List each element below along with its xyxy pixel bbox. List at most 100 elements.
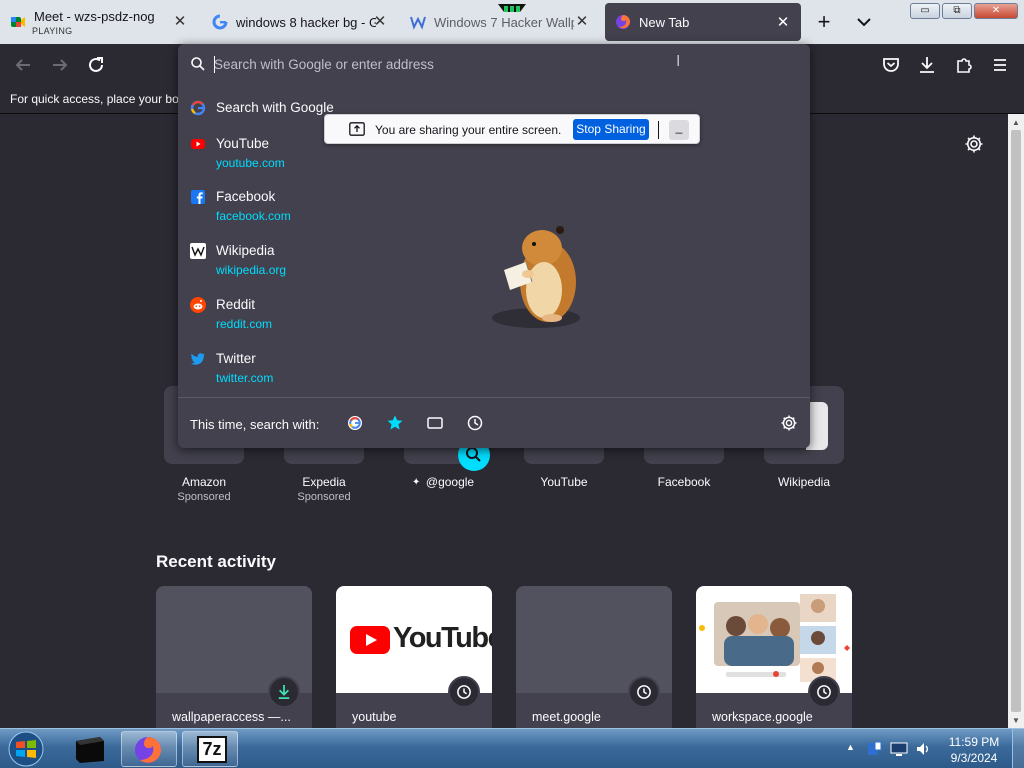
shortcut-label: YouTube	[540, 475, 588, 489]
result-facebook[interactable]: Facebook facebook.com	[190, 189, 490, 229]
close-tab-icon[interactable]: ✕	[574, 14, 590, 30]
monitor-icon[interactable]	[890, 740, 908, 758]
result-wikipedia[interactable]: Wikipedia wikipedia.org	[190, 243, 490, 283]
volume-speaker-icon[interactable]	[914, 740, 932, 758]
one-off-search-label: This time, search with:	[190, 417, 320, 432]
result-url: reddit.com	[216, 317, 273, 331]
extensions-puzzle-icon[interactable]	[953, 54, 975, 76]
screen-share-indicator-icon	[498, 4, 526, 12]
firefox-icon	[616, 15, 630, 29]
terminal-window-icon[interactable]	[70, 731, 110, 767]
recent-activity-heading: Recent activity	[156, 552, 276, 571]
result-twitter[interactable]: Twitter twitter.com	[190, 351, 490, 391]
address-input[interactable]: Search with Google or enter address	[214, 57, 654, 72]
settings-gear-icon[interactable]	[964, 134, 984, 154]
result-title: YouTube	[216, 136, 270, 151]
sponsored-label: Sponsored	[177, 491, 231, 503]
youtube-icon	[191, 139, 205, 149]
result-url: youtube.com	[216, 156, 285, 170]
result-url: wikipedia.org	[216, 263, 287, 277]
close-tab-icon[interactable]: ✕	[775, 15, 791, 31]
card-title: wallpaperaccess —...	[172, 710, 291, 724]
tab-playing-label: PLAYING	[32, 26, 73, 36]
result-title: Facebook	[216, 189, 276, 204]
history-clock-icon[interactable]	[466, 414, 484, 432]
tab-title: windows 8 hacker bg - Goo	[236, 14, 376, 30]
start-orb-icon[interactable]	[4, 731, 48, 767]
close-tab-icon[interactable]: ✕	[372, 14, 388, 30]
firefox-icon	[135, 737, 161, 763]
google-icon[interactable]	[346, 414, 364, 432]
windows-taskbar: 7z ▲ 11:59 PM 9/3/2024	[0, 728, 1024, 768]
search-icon	[191, 57, 205, 71]
show-hidden-icons-arrow-icon[interactable]: ▲	[846, 742, 855, 752]
back-arrow-icon[interactable]	[12, 54, 34, 76]
result-reddit[interactable]: Reddit reddit.com	[190, 297, 490, 337]
result-url: twitter.com	[216, 371, 274, 385]
scrollbar-thumb[interactable]	[1011, 130, 1021, 712]
facebook-icon	[191, 190, 205, 204]
card-title: workspace.google	[712, 710, 813, 724]
scroll-up-arrow-icon[interactable]: ▲	[1012, 118, 1020, 127]
taskbar-clock-time[interactable]: 11:59 PM	[944, 735, 1004, 749]
card-title: youtube	[352, 710, 397, 724]
hamburger-menu-icon[interactable]	[989, 54, 1011, 76]
forward-arrow-icon[interactable]	[49, 54, 71, 76]
search-settings-gear-icon[interactable]	[780, 414, 798, 432]
result-title: Twitter	[216, 351, 256, 366]
screen-share-icon	[349, 122, 365, 136]
new-tab-button[interactable]: +	[812, 10, 836, 34]
pocket-icon[interactable]	[880, 54, 902, 76]
clock-icon	[628, 676, 660, 708]
google-icon	[212, 14, 228, 30]
taskbar-clock-date[interactable]: 9/3/2024	[944, 751, 1004, 765]
restore-window-button[interactable]: ⧉	[942, 3, 972, 19]
minimize-window-button[interactable]: ▭	[910, 3, 940, 19]
network-shield-icon[interactable]	[866, 740, 884, 758]
sharing-message: You are sharing your entire screen.	[375, 123, 562, 137]
list-all-tabs-chevron-icon[interactable]	[852, 10, 876, 34]
tab-title: New Tab	[639, 14, 690, 30]
divider	[658, 121, 659, 139]
recent-card-meet[interactable]: meet.google	[516, 586, 672, 728]
one-off-search-bar: This time, search with:	[178, 397, 810, 447]
taskbar-7zip-button[interactable]: 7z	[182, 731, 238, 767]
close-tab-icon[interactable]: ✕	[172, 14, 188, 30]
result-title: Reddit	[216, 297, 256, 312]
tab-title: Meet - wzs-psdz-nog	[34, 8, 155, 24]
stop-sharing-button[interactable]: Stop Sharing	[573, 119, 649, 140]
reddit-icon	[190, 297, 206, 313]
shortcut-label: Facebook	[657, 475, 711, 489]
recent-card-workspace[interactable]: workspace.google	[696, 586, 852, 728]
tab-strip: Meet - wzs-psdz-nog PLAYING ✕ windows 8 …	[0, 0, 1024, 44]
recent-card-youtube[interactable]: YouTube youtube	[336, 586, 492, 728]
downloads-icon[interactable]	[916, 54, 938, 76]
shortcut-label: Expedia	[302, 475, 346, 489]
download-icon	[268, 676, 300, 708]
recent-card-wallpaperaccess[interactable]: wallpaperaccess —...	[156, 586, 312, 728]
shortcut-label: Amazon	[181, 475, 227, 489]
wikipedia-icon	[190, 243, 206, 259]
hamster-reading-sticker-image	[492, 226, 580, 328]
close-window-button[interactable]: ✕	[974, 3, 1018, 19]
taskbar-firefox-button[interactable]	[121, 731, 177, 767]
suggestion-title: Search with Google	[216, 100, 334, 115]
scroll-down-arrow-icon[interactable]: ▼	[1012, 716, 1020, 725]
mouse-cursor-ibeam-icon: I	[676, 53, 681, 70]
minimize-sharing-bar-button[interactable]: _	[669, 120, 689, 140]
tab-hacker-bg[interactable]: windows 8 hacker bg - Goo ✕	[202, 2, 398, 42]
tab-meet[interactable]: Meet - wzs-psdz-nog PLAYING ✕	[0, 2, 200, 42]
shortcut-label: Wikipedia	[777, 475, 831, 489]
result-url: facebook.com	[216, 209, 291, 223]
bookmarks-star-icon[interactable]	[386, 414, 404, 432]
google-icon	[190, 100, 206, 116]
tabs-icon[interactable]	[426, 414, 444, 432]
reload-icon[interactable]	[85, 54, 107, 76]
clock-icon	[448, 676, 480, 708]
meet-icon	[11, 17, 25, 27]
tab-new-tab[interactable]: New Tab ✕	[605, 3, 801, 41]
show-desktop-button[interactable]	[1012, 729, 1024, 768]
page-scrollbar[interactable]: ▲ ▼	[1008, 114, 1024, 728]
result-title: Wikipedia	[216, 243, 275, 258]
clock-icon	[808, 676, 840, 708]
